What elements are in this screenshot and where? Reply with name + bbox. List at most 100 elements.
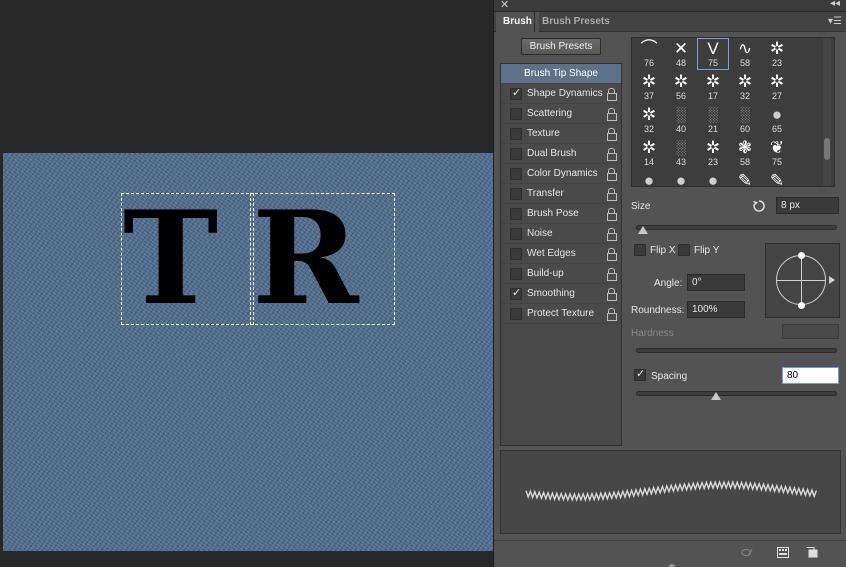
- lock-icon[interactable]: [607, 308, 617, 321]
- brush-tip-item[interactable]: ✲ 14: [634, 138, 664, 168]
- lock-icon[interactable]: [607, 168, 617, 181]
- option-checkbox[interactable]: [510, 168, 522, 180]
- option-checkbox[interactable]: [510, 128, 522, 140]
- lock-icon[interactable]: [607, 128, 617, 141]
- canvas-text-layer: TR: [120, 193, 395, 325]
- toggle-live-tip-icon[interactable]: [741, 547, 753, 558]
- tab-brush[interactable]: Brush: [496, 12, 539, 32]
- brush-tip-item[interactable]: ●: [634, 171, 664, 187]
- angle-field[interactable]: 0°: [687, 274, 745, 291]
- lock-icon[interactable]: [607, 248, 617, 261]
- lock-icon[interactable]: [607, 268, 617, 281]
- brush-option-texture[interactable]: Texture: [501, 124, 621, 144]
- brush-tip-item[interactable]: ░ 40: [666, 105, 696, 135]
- close-icon[interactable]: ✕: [500, 0, 509, 11]
- brush-presets-button[interactable]: Brush Presets: [521, 38, 601, 55]
- roundness-label: Roundness:: [631, 305, 685, 316]
- brush-tip-item[interactable]: ●: [666, 171, 696, 186]
- stroke-preview-graphic: [525, 479, 818, 503]
- brush-tip-item[interactable]: ● 65: [762, 105, 792, 135]
- angle-arrow-icon[interactable]: [829, 276, 835, 284]
- panel-menu-icon[interactable]: ▾☰: [828, 16, 842, 27]
- brush-tip-item[interactable]: V 75: [697, 38, 729, 70]
- brush-tip-item[interactable]: ⌒ 76: [634, 39, 664, 69]
- brush-tip-item[interactable]: ∿ 58: [730, 39, 760, 69]
- splatter-icon: ✲: [705, 138, 721, 157]
- brush-option-smoothing[interactable]: Smoothing: [501, 284, 621, 304]
- brush-option-shape-dynamics[interactable]: Shape Dynamics: [501, 84, 621, 104]
- brush-option-scattering[interactable]: Scattering: [501, 104, 621, 124]
- option-checkbox[interactable]: [510, 228, 522, 240]
- angle-roundness-widget[interactable]: [765, 243, 840, 318]
- brush-tip-item[interactable]: ✎: [730, 171, 760, 186]
- collapse-icon[interactable]: ◂◂: [830, 0, 840, 9]
- brush-option-build-up[interactable]: Build-up: [501, 264, 621, 284]
- brush-option-dual-brush[interactable]: Dual Brush: [501, 144, 621, 164]
- lock-icon[interactable]: [607, 188, 617, 201]
- brush-tip-item[interactable]: ✲ 56: [666, 72, 696, 102]
- size-field[interactable]: 8 px: [776, 197, 839, 214]
- spacing-slider-knob[interactable]: [711, 392, 722, 400]
- brush-tip-item[interactable]: ❃ 58: [730, 138, 760, 168]
- brush-tip-item[interactable]: ❦ 75: [762, 138, 792, 168]
- brush-tip-size: 27: [771, 91, 782, 101]
- lock-icon[interactable]: [607, 288, 617, 301]
- option-checkbox[interactable]: [510, 148, 522, 160]
- brush-tip-item[interactable]: ✕ 48: [666, 39, 696, 69]
- tab-brush-presets[interactable]: Brush Presets: [534, 12, 617, 32]
- option-checkbox[interactable]: [510, 108, 522, 120]
- new-preset-icon[interactable]: [806, 547, 818, 558]
- option-checkbox[interactable]: [510, 286, 522, 300]
- roundness-handle-bottom[interactable]: [798, 302, 805, 309]
- brush-option-protect-texture[interactable]: Protect Texture: [501, 304, 621, 324]
- brush-tip-item[interactable]: ✲ 23: [698, 138, 728, 168]
- lock-icon[interactable]: [607, 108, 617, 121]
- brush-tip-item[interactable]: ░ 21: [698, 105, 728, 135]
- spacing-slider[interactable]: [636, 391, 837, 396]
- flip-x-checkbox[interactable]: [634, 244, 646, 256]
- brush-option-brush-pose[interactable]: Brush Pose: [501, 204, 621, 224]
- brush-tip-size: 48: [675, 58, 686, 68]
- brush-options-list: Brush Tip Shape Shape Dynamics Scattering T…: [500, 63, 622, 446]
- size-slider-knob[interactable]: [638, 226, 649, 234]
- brush-tip-item[interactable]: ░ 60: [730, 105, 760, 135]
- brush-tip-item[interactable]: ●: [698, 171, 728, 186]
- brush-tip-item[interactable]: ✲ 37: [634, 72, 664, 102]
- brush-tip-item[interactable]: ✲ 23: [762, 39, 792, 69]
- option-checkbox[interactable]: [510, 86, 522, 100]
- option-checkbox[interactable]: [510, 268, 522, 280]
- roundness-field[interactable]: 100%: [687, 301, 745, 318]
- resize-handle-icon[interactable]: ◂▸: [668, 561, 676, 567]
- lock-icon[interactable]: [607, 88, 617, 101]
- option-checkbox[interactable]: [510, 308, 522, 320]
- option-checkbox[interactable]: [510, 248, 522, 260]
- option-checkbox[interactable]: [510, 208, 522, 220]
- option-checkbox[interactable]: [510, 188, 522, 200]
- lock-icon[interactable]: [607, 148, 617, 161]
- scroll-thumb[interactable]: [824, 138, 830, 160]
- brush-tip-item[interactable]: ✲ 27: [762, 72, 792, 102]
- brush-option-brush-tip-shape[interactable]: Brush Tip Shape: [501, 64, 621, 84]
- soft-round-icon: ●: [643, 171, 655, 187]
- roundness-handle-top[interactable]: [798, 252, 805, 259]
- brush-option-transfer[interactable]: Transfer: [501, 184, 621, 204]
- brush-option-noise[interactable]: Noise: [501, 224, 621, 244]
- brush-tip-item[interactable]: ✲ 17: [698, 72, 728, 102]
- brush-option-color-dynamics[interactable]: Color Dynamics: [501, 164, 621, 184]
- lock-icon[interactable]: [607, 228, 617, 241]
- brush-tip-item[interactable]: ✲ 32: [634, 105, 664, 135]
- option-label: Transfer: [527, 188, 564, 199]
- size-slider[interactable]: [636, 225, 837, 230]
- brush-option-wet-edges[interactable]: Wet Edges: [501, 244, 621, 264]
- spacing-checkbox[interactable]: [634, 367, 646, 381]
- spacing-field[interactable]: 80: [782, 367, 839, 384]
- flip-y-checkbox[interactable]: [678, 244, 690, 256]
- reset-size-icon[interactable]: [752, 199, 766, 213]
- tips-scrollbar[interactable]: [823, 38, 831, 186]
- brush-tip-item[interactable]: ✲ 32: [730, 72, 760, 102]
- lock-icon[interactable]: [607, 208, 617, 221]
- brush-grid-icon[interactable]: [777, 547, 789, 558]
- brush-tip-item[interactable]: ░ 43: [666, 138, 696, 168]
- brush-tip-item[interactable]: ✎: [762, 171, 792, 186]
- canvas[interactable]: TR: [3, 153, 493, 551]
